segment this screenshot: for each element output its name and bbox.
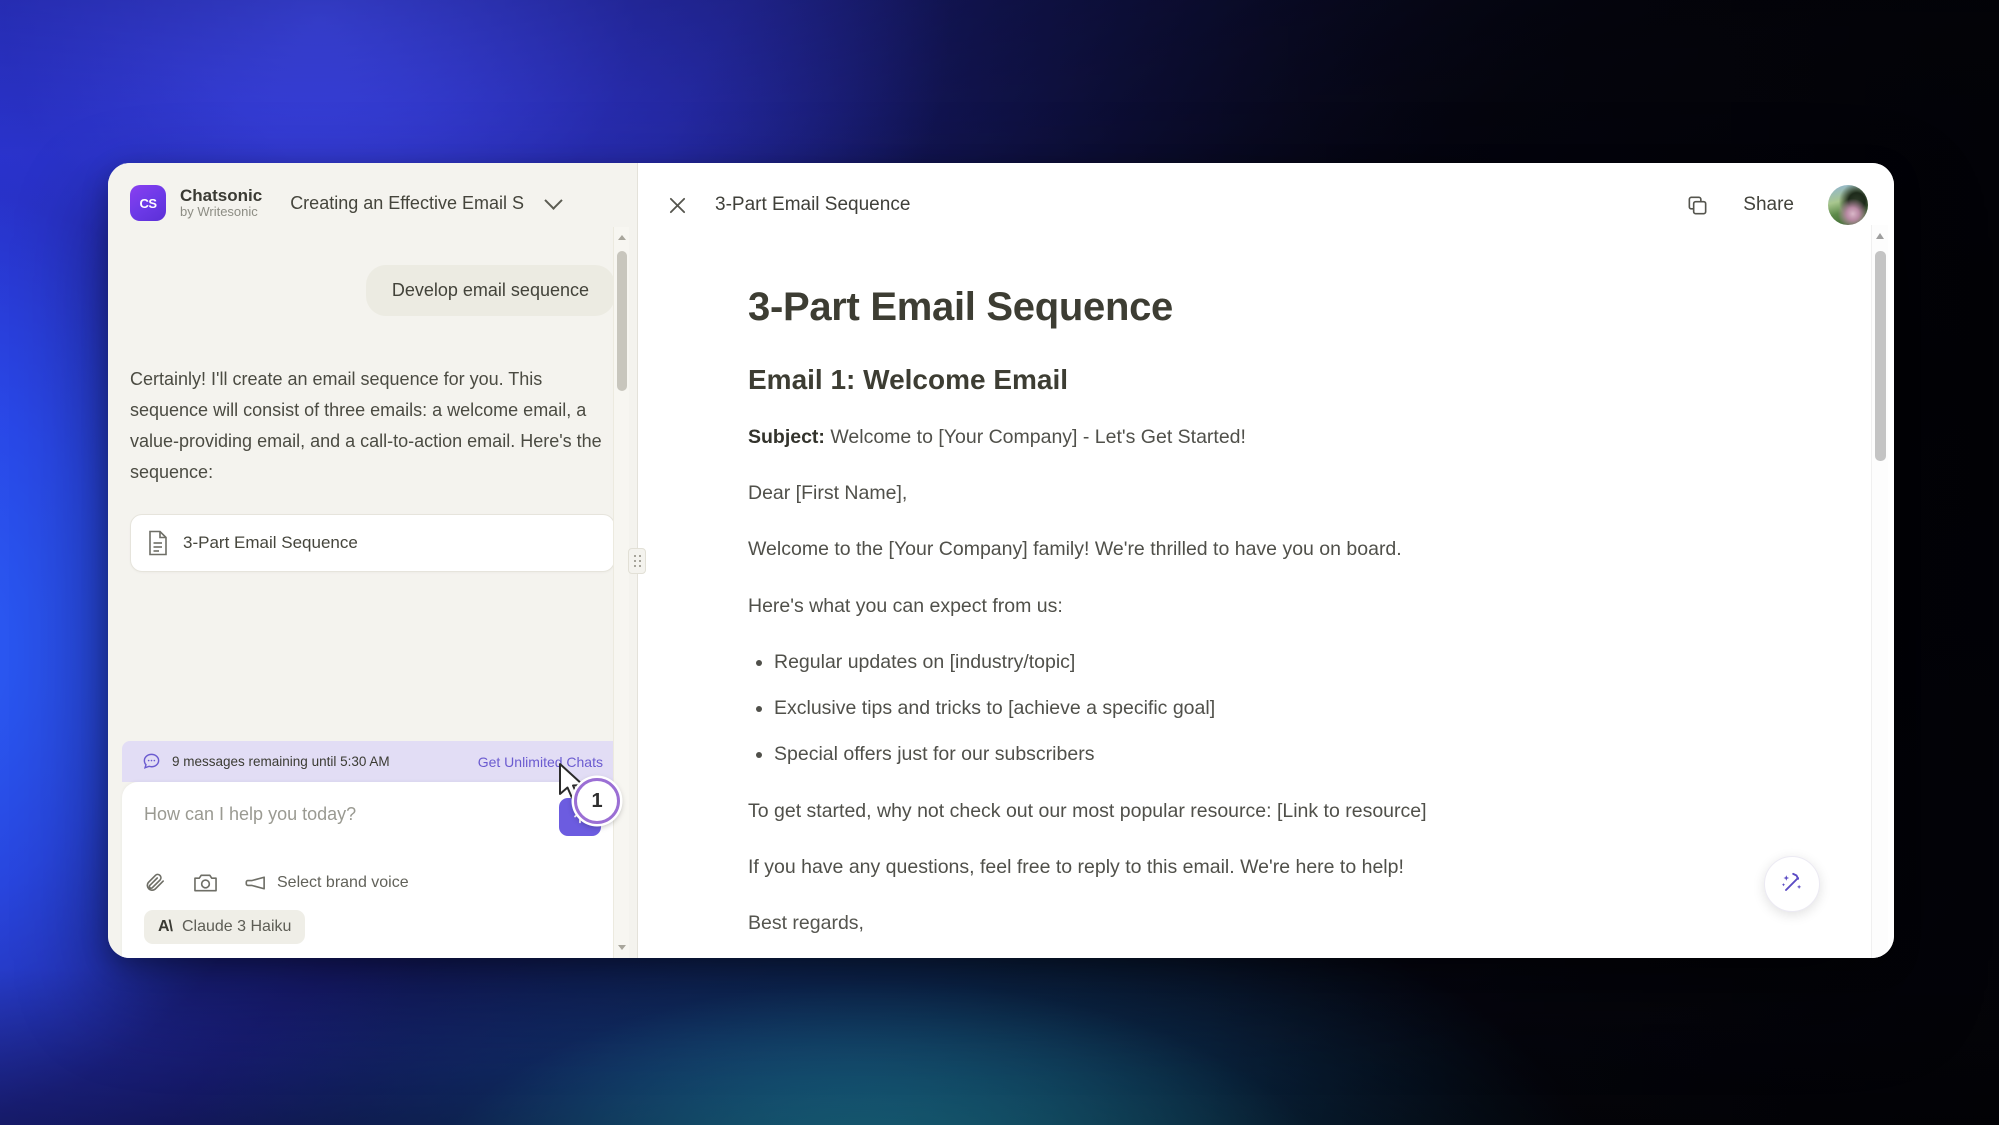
document-header: 3-Part Email Sequence Share [638, 163, 1894, 245]
send-arrow-icon [574, 810, 586, 824]
chevron-down-icon[interactable] [544, 190, 563, 210]
megaphone-icon [245, 875, 265, 890]
list-item: Exclusive tips and tricks to [achieve a … [774, 693, 1794, 723]
document-scrollbar[interactable] [1871, 225, 1888, 958]
document-title: 3-Part Email Sequence [748, 285, 1173, 329]
document-panel: 3-Part Email Sequence Share 3-Part Email… [638, 163, 1894, 958]
app-window: CS Chatsonic by Writesonic Creating an E… [108, 163, 1894, 958]
greeting-paragraph: Dear [First Name], [748, 482, 908, 505]
quota-banner: 9 messages remaining until 5:30 AM Get U… [122, 741, 623, 782]
chat-header: CS Chatsonic by Writesonic Creating an E… [108, 163, 637, 237]
scroll-up-arrow-icon[interactable] [618, 235, 626, 240]
magic-wand-icon [1781, 872, 1802, 891]
chat-scrollbar[interactable] [613, 227, 629, 958]
signoff-paragraph: Best regards, [748, 911, 864, 934]
document-card-title: 3-Part Email Sequence [183, 532, 358, 552]
model-name-label: Claude 3 Haiku [182, 918, 292, 935]
cta-paragraph: To get started, why not check out our mo… [748, 799, 1427, 822]
attachment-paperclip-icon[interactable] [144, 871, 167, 894]
support-paragraph: If you have any questions, feel free to … [748, 855, 1404, 878]
intro-paragraph: Welcome to the [Your Company] family! We… [748, 538, 1402, 561]
camera-icon[interactable] [193, 871, 218, 894]
subject-label: Subject: [748, 426, 825, 448]
brand-voice-label: Select brand voice [277, 873, 409, 891]
scroll-up-arrow-icon[interactable] [1876, 233, 1884, 239]
document-icon [149, 530, 167, 556]
list-item: Special offers just for our subscribers [774, 739, 1794, 769]
get-unlimited-chats-link[interactable]: Get Unlimited Chats [478, 754, 603, 770]
list-item: Regular updates on [industry/topic] [774, 647, 1794, 677]
chat-panel: CS Chatsonic by Writesonic Creating an E… [108, 163, 646, 958]
expectations-lead: Here's what you can expect from us: [748, 594, 1063, 617]
message-input[interactable]: How can I help you today? [144, 804, 601, 825]
subject-line: Subject: Welcome to [Your Company] - Let… [748, 422, 1794, 452]
model-selector-chip[interactable]: A\ Claude 3 Haiku [144, 910, 306, 944]
panel-resize-handle[interactable] [628, 547, 646, 574]
document-header-title: 3-Part Email Sequence [715, 194, 911, 215]
brand-name: Chatsonic [180, 186, 263, 206]
user-avatar[interactable] [1828, 185, 1868, 225]
document-header-actions: Share [1686, 185, 1868, 225]
select-brand-voice-button[interactable]: Select brand voice [244, 873, 409, 893]
document-attachment-card[interactable]: 3-Part Email Sequence [130, 513, 615, 572]
brand-tagline: by Writesonic [180, 204, 258, 220]
grip-dots-icon [633, 554, 641, 567]
chat-bubble-icon [143, 753, 160, 769]
assistant-message: Certainly! I'll create an email sequence… [130, 369, 602, 482]
document-scrollbar-thumb[interactable] [1875, 251, 1886, 461]
share-button[interactable]: Share [1743, 194, 1794, 216]
expectations-list: Regular updates on [industry/topic] Excl… [774, 647, 1794, 770]
chat-scrollbar-thumb[interactable] [617, 251, 627, 391]
anthropic-logo-icon: A\ [158, 918, 173, 935]
user-message-bubble: Develop email sequence [365, 265, 615, 316]
ai-magic-wand-button[interactable] [1764, 856, 1820, 912]
message-composer: How can I help you today? Select brand v… [122, 782, 623, 958]
chat-message-list: Develop email sequence Certainly! I'll c… [108, 237, 637, 741]
document-content: 3-Part Email Sequence Email 1: Welcome E… [638, 245, 1894, 958]
scroll-down-arrow-icon[interactable] [618, 945, 626, 950]
copy-icon[interactable] [1686, 194, 1709, 217]
quota-text: 9 messages remaining until 5:30 AM [172, 753, 390, 769]
chatsonic-logo: CS [130, 185, 166, 221]
conversation-title[interactable]: Creating an Effective Email S [290, 193, 524, 214]
brand-text-block: Chatsonic by Writesonic [180, 186, 262, 220]
document-section-heading: Email 1: Welcome Email [748, 364, 1069, 395]
close-icon[interactable] [668, 196, 687, 215]
subject-value: Welcome to [Your Company] - Let's Get St… [824, 426, 1246, 448]
send-button[interactable] [559, 798, 601, 836]
composer-toolbar: Select brand voice [144, 871, 601, 894]
